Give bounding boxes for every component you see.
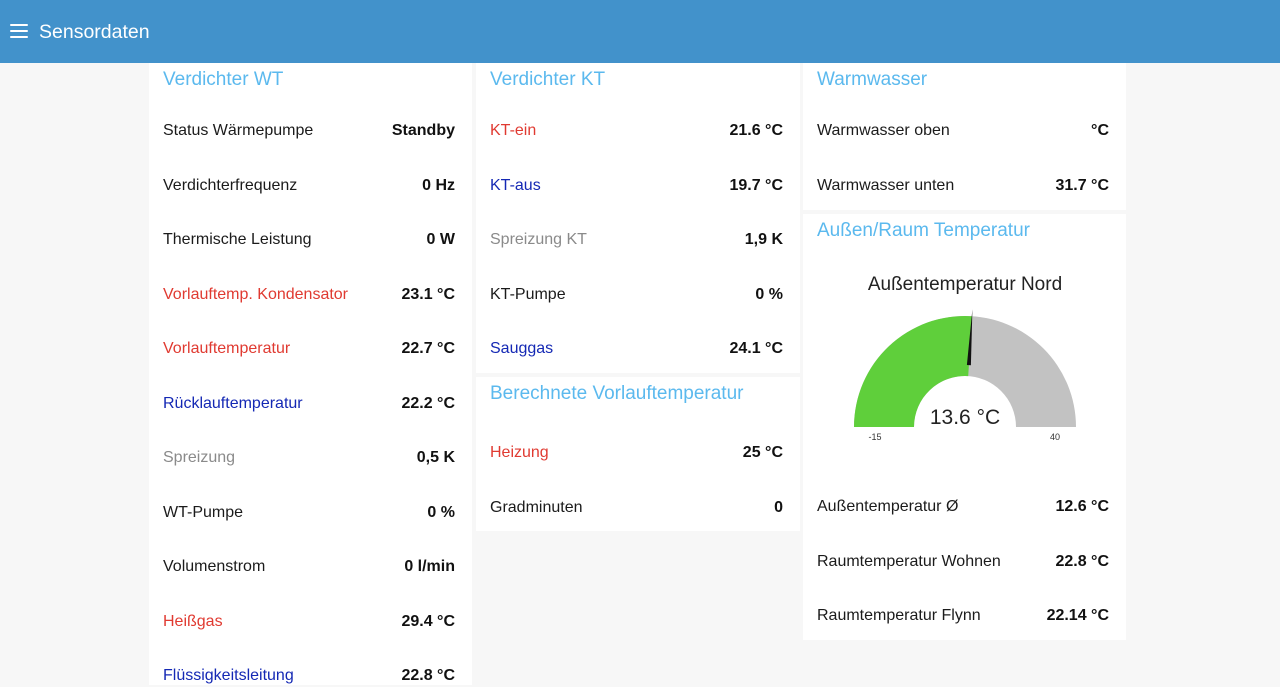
sensor-row: KT-ein 21.6 °C bbox=[490, 120, 783, 142]
sensor-value: °C bbox=[1091, 122, 1109, 139]
sensor-row: Thermische Leistung 0 W bbox=[163, 229, 455, 251]
sensor-value: 0 W bbox=[426, 231, 455, 248]
sensor-value: 24.1 °C bbox=[729, 340, 783, 357]
sensor-label: Spreizung bbox=[163, 449, 236, 466]
sensor-label: Heißgas bbox=[163, 612, 223, 630]
sensor-value: 0,5 K bbox=[416, 449, 455, 466]
outdoor-temperature-gauge: Außentemperatur Nord 13.6 °C -15 40 bbox=[854, 274, 1076, 442]
hamburger-menu-icon[interactable] bbox=[10, 24, 28, 39]
sensor-value: 1,9 K bbox=[744, 231, 783, 248]
gauge-title: Außentemperatur Nord bbox=[868, 274, 1062, 295]
page-title: Sensordaten bbox=[39, 21, 150, 43]
sensor-label: Thermische Leistung bbox=[163, 231, 312, 248]
card-title-berechnete-vorlauftemperatur: Berechnete Vorlauftemperatur bbox=[490, 383, 744, 404]
sensor-label: Rücklauftemperatur bbox=[163, 394, 303, 412]
sensor-value: 21.6 °C bbox=[729, 122, 783, 139]
sensor-row: Status Wärmepumpe Standby bbox=[163, 120, 455, 142]
sensor-value: 0 % bbox=[427, 503, 455, 521]
sensor-label: Warmwasser unten bbox=[817, 176, 955, 194]
sensor-row: Warmwasser unten 31.7 °C bbox=[817, 175, 1109, 197]
sensor-label: Heizung bbox=[490, 444, 549, 461]
sensor-value: 29.4 °C bbox=[401, 612, 455, 630]
card-verdichter-kt: Verdichter KT KT-ein 21.6 °C KT-aus 19.7 °C… bbox=[476, 63, 800, 373]
sensor-label: WT-Pumpe bbox=[163, 503, 244, 521]
sensor-label: Raumtemperatur Wohnen bbox=[817, 552, 1001, 570]
sensor-value: 0 % bbox=[755, 285, 783, 303]
sensor-value: 19.7 °C bbox=[729, 176, 783, 194]
sensor-label: Sauggas bbox=[490, 340, 554, 357]
sensor-value: 25 °C bbox=[742, 444, 783, 461]
card-title-verdichter-kt: Verdichter KT bbox=[490, 69, 606, 90]
gauge-max-label: 40 bbox=[1050, 432, 1060, 442]
sensor-row: Spreizung 0,5 K bbox=[163, 447, 455, 469]
app-bar: Sensordaten bbox=[0, 0, 1280, 63]
sensor-row: Volumenstrom 0 l/min bbox=[163, 556, 455, 578]
card-berechnete-vorlauftemperatur: Berechnete Vorlauftemperatur Heizung 25 °… bbox=[476, 377, 800, 531]
gauge-min-label: -15 bbox=[868, 432, 881, 442]
sensor-value: 12.6 °C bbox=[1055, 498, 1109, 515]
sensor-value: 22.7 °C bbox=[401, 340, 455, 357]
card-warmwasser: Warmwasser Warmwasser oben °C Warmwasser u… bbox=[803, 63, 1126, 210]
sensor-value: 22.8 °C bbox=[401, 667, 455, 684]
sensor-label: Vorlauftemperatur bbox=[163, 340, 291, 357]
sensor-value: 22.8 °C bbox=[1055, 552, 1109, 570]
sensor-value: 22.2 °C bbox=[401, 394, 455, 412]
sensor-row: Flüssigkeitsleitung 22.8 °C bbox=[163, 665, 455, 687]
sensor-row: Raumtemperatur Flynn 22.14 °C bbox=[817, 605, 1109, 627]
sensor-value: Standby bbox=[391, 122, 455, 139]
card-title-aussen-raum-temperatur: Außen/Raum Temperatur bbox=[817, 220, 1030, 241]
sensor-label: Verdichterfrequenz bbox=[163, 176, 298, 194]
sensor-label: Volumenstrom bbox=[163, 558, 266, 575]
sensor-row: WT-Pumpe 0 % bbox=[163, 502, 455, 524]
sensor-label: Gradminuten bbox=[490, 498, 583, 516]
card-verdichter-wt: Verdichter WT Status Wärmepumpe Standby Ve… bbox=[149, 63, 472, 685]
sensor-label: KT-ein bbox=[490, 122, 537, 139]
sensor-row: Heizung 25 °C bbox=[490, 442, 783, 464]
sensor-row: Vorlauftemp. Kondensator 23.1 °C bbox=[163, 284, 455, 306]
sensor-row: Vorlauftemperatur 22.7 °C bbox=[163, 338, 455, 360]
card-title-verdichter-wt: Verdichter WT bbox=[163, 69, 284, 90]
sensor-label: Status Wärmepumpe bbox=[163, 122, 314, 139]
sensor-row: KT-Pumpe 0 % bbox=[490, 284, 783, 306]
sensor-row: Sauggas 24.1 °C bbox=[490, 338, 783, 360]
sensor-value: 0 l/min bbox=[404, 558, 455, 575]
sensor-value: 23.1 °C bbox=[401, 285, 455, 303]
sensor-row: Spreizung KT 1,9 K bbox=[490, 229, 783, 251]
sensor-value: 31.7 °C bbox=[1055, 176, 1109, 194]
sensor-label: Warmwasser oben bbox=[817, 122, 950, 139]
sensor-label: Vorlauftemp. Kondensator bbox=[163, 285, 349, 303]
sensor-label: Raumtemperatur Flynn bbox=[817, 607, 981, 624]
sensor-value: 22.14 °C bbox=[1046, 607, 1109, 624]
sensor-row: Rücklauftemperatur 22.2 °C bbox=[163, 393, 455, 415]
sensor-label: Spreizung KT bbox=[490, 231, 587, 248]
sensor-row: Raumtemperatur Wohnen 22.8 °C bbox=[817, 551, 1109, 573]
sensor-label: Flüssigkeitsleitung bbox=[163, 667, 294, 684]
sensor-row: Außentemperatur Ø 12.6 °C bbox=[817, 496, 1109, 518]
sensor-row: Heißgas 29.4 °C bbox=[163, 611, 455, 633]
sensor-row: Gradminuten 0 bbox=[490, 497, 783, 519]
gauge-value: 13.6 °C bbox=[930, 406, 1000, 429]
sensor-value: 0 Hz bbox=[422, 176, 455, 194]
card-title-warmwasser: Warmwasser bbox=[817, 69, 928, 90]
sensor-row: Verdichterfrequenz 0 Hz bbox=[163, 175, 455, 197]
sensor-value: 0 bbox=[774, 498, 783, 516]
sensor-label: Außentemperatur Ø bbox=[817, 498, 959, 515]
sensor-label: KT-aus bbox=[490, 176, 541, 194]
sensor-row: KT-aus 19.7 °C bbox=[490, 175, 783, 197]
sensor-label: KT-Pumpe bbox=[490, 285, 566, 303]
card-aussen-raum-temperatur: Außen/Raum Temperatur Außentemperatur No… bbox=[803, 214, 1126, 640]
sensor-row: Warmwasser oben °C bbox=[817, 120, 1109, 142]
